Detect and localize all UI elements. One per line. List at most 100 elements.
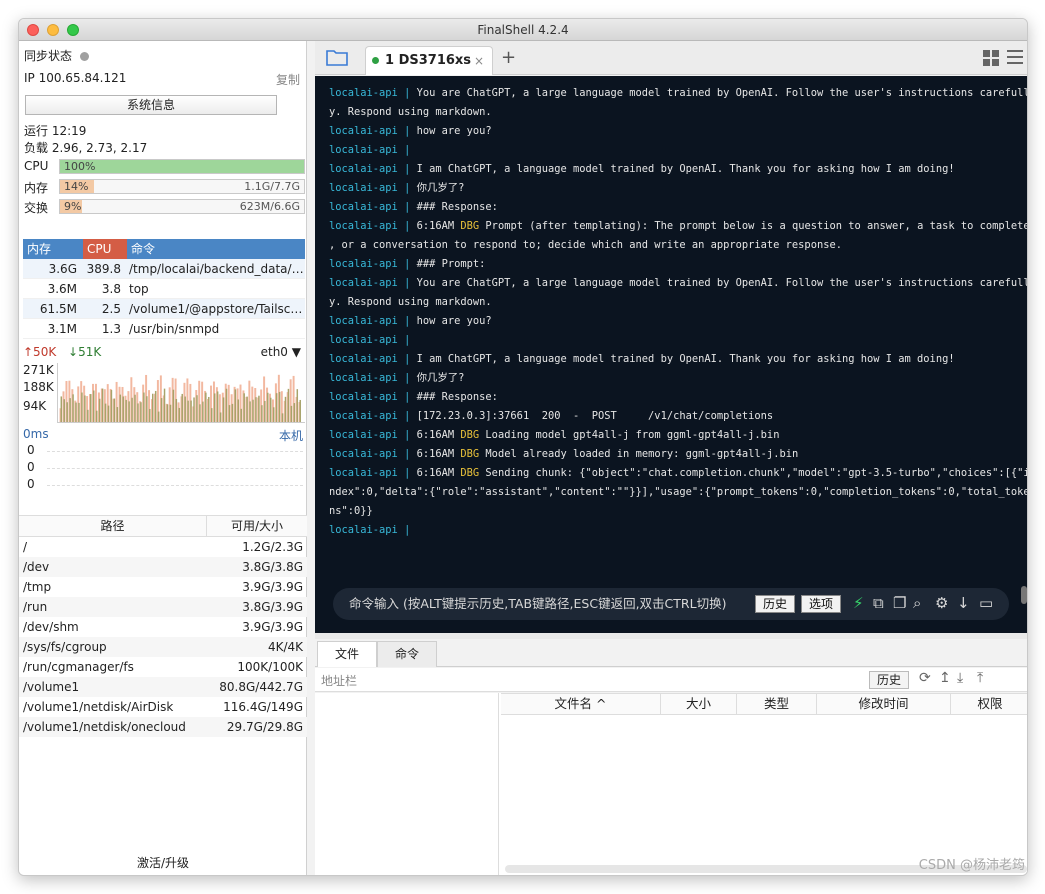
table-row[interactable]: 61.5M 2.5 /volume1/@appstore/Tailscale/b… [23,299,305,319]
table-row[interactable]: /tmp 3.9G/3.9G [19,577,307,597]
sort-by-permission[interactable]: 权限 [951,694,1027,714]
address-bar[interactable]: 地址栏 历史 ⟳ ↥ ⤓ ⤒ [315,668,1027,692]
download-bar [84,395,86,422]
file-table-header: 文件名 ^ 大小 类型 修改时间 权限 [501,693,1027,715]
sort-by-memory[interactable]: 内存 [23,239,83,259]
download-bar [216,391,219,422]
close-icon[interactable]: × [474,47,484,75]
maximize-window-button[interactable] [67,24,79,36]
download-bar [163,388,166,422]
sort-by-modified[interactable]: 修改时间 [817,694,951,714]
table-row[interactable]: / 1.2G/2.3G [19,537,307,557]
table-row[interactable]: /dev 3.8G/3.8G [19,557,307,577]
refresh-icon[interactable]: ⟳ [919,670,931,686]
terminal-line: localai-api | 你几岁了? [329,182,465,194]
process-rows: 3.6G 389.8 /tmp/localai/backend_data/bac… [23,259,305,339]
download-bar [154,390,157,422]
disk-size: 116.4G/149G [223,700,303,714]
download-bar [181,393,183,422]
address-input[interactable]: 地址栏 [321,672,357,689]
disk-path: /volume1/netdisk/AirDisk [23,700,174,714]
sort-by-type[interactable]: 类型 [737,694,817,714]
options-button[interactable]: 选项 [801,595,841,613]
table-row[interactable]: 3.6M 3.8 top [23,279,305,299]
system-info-button[interactable]: 系统信息 [25,95,277,115]
folder-icon[interactable] [325,47,349,67]
process-cpu: 3.8 [101,282,121,296]
terminal-line: localai-api | [329,524,417,536]
terminal-line: ns":0}} [329,505,373,517]
sort-by-path[interactable]: 路径 [19,516,207,536]
add-tab-button[interactable]: + [501,47,516,68]
paste-icon[interactable]: ❐ [893,594,906,612]
tab-commands[interactable]: 命令 [377,641,437,667]
terminal-line: localai-api | I am ChatGPT, a language m… [329,163,955,175]
close-window-button[interactable] [27,24,39,36]
sort-by-size[interactable]: 大小 [661,694,737,714]
up-directory-icon[interactable]: ↥ [939,670,951,686]
copy-icon[interactable]: ⧉ [873,594,884,612]
menu-icon[interactable] [1007,50,1023,64]
latency-monitor: 0ms 本机 0 0 0 [23,427,305,499]
memory-value: 1.1G/7.7G [244,180,300,193]
tab-session[interactable]: 1 DS3716xs × [365,46,493,75]
download-bar [255,397,257,422]
cpu-meter: 100% [59,159,305,174]
swap-percent: 9% [64,200,82,213]
download-bar [78,402,80,422]
table-row[interactable]: /run/cgmanager/fs 100K/100K [19,657,307,677]
disk-path: /sys/fs/cgroup [23,640,107,654]
grid-layout-icon[interactable] [983,50,999,66]
process-table-header: 内存 CPU 命令 [23,239,305,259]
download-icon[interactable]: ⤓ [957,670,963,686]
upload-icon[interactable]: ⤒ [977,670,983,686]
tab-files[interactable]: 文件 [317,641,377,667]
disk-path: / [23,540,28,554]
directory-tree[interactable] [315,693,499,875]
download-bar [264,400,266,422]
table-row[interactable]: /run 3.8G/3.9G [19,597,307,617]
table-row[interactable]: /volume1/netdisk/onecloud 29.7G/29.8G [19,717,307,737]
interface-select[interactable]: eth0 ▼ [261,345,301,359]
process-memory: 3.6G [48,262,77,276]
latency-host[interactable]: 本机 [279,427,303,444]
sort-by-size[interactable]: 可用/大小 [207,516,307,536]
command-input[interactable]: 命令输入 (按ALT键提示历史,TAB键路径,ESC键返回,双击CTRL切换) [349,588,726,620]
sort-by-filename[interactable]: 文件名 ^ [501,694,661,714]
gear-icon[interactable]: ⚙ [935,594,948,612]
table-row[interactable]: /sys/fs/cgroup 4K/4K [19,637,307,657]
table-row[interactable]: /dev/shm 3.9G/3.9G [19,617,307,637]
terminal[interactable]: localai-api | You are ChatGPT, a large l… [315,76,1027,633]
table-row[interactable]: 3.1M 1.3 /usr/bin/snmpd [23,319,305,339]
sync-status-label: 同步状态 [24,49,73,63]
disk-size: 3.8G/3.8G [242,560,303,574]
window-icon[interactable]: ▭ [979,594,993,612]
table-row[interactable]: /volume1/netdisk/AirDisk 116.4G/149G [19,697,307,717]
command-input-bar[interactable]: 命令输入 (按ALT键提示历史,TAB键路径,ESC键返回,双击CTRL切换) … [333,588,1009,620]
download-bar [93,390,95,422]
download-bar [246,396,248,422]
sort-by-cpu[interactable]: CPU [83,239,127,259]
terminal-line: localai-api | [172.23.0.3]:37661 200 - P… [329,410,774,422]
activate-upgrade-link[interactable]: 激活/升级 [19,854,307,871]
net-y-label: 94K [23,399,47,413]
terminal-scrollbar[interactable] [1021,586,1027,604]
download-bar [193,397,195,422]
download-bar [287,388,290,422]
history-button[interactable]: 历史 [755,595,795,613]
lightning-icon[interactable]: ⚡ [853,594,864,612]
terminal-line: localai-api | ### Response: [329,201,498,213]
download-bar [63,399,65,422]
copy-ip-button[interactable]: 复制 [276,71,300,88]
sort-by-command[interactable]: 命令 [127,239,305,259]
grid-line [47,485,303,486]
table-row[interactable]: 3.6G 389.8 /tmp/localai/backend_data/bac… [23,259,305,279]
table-row[interactable]: /volume1 80.8G/442.7G [19,677,307,697]
search-icon[interactable]: ⌕ [913,594,921,612]
terminal-line: y. Respond using markdown. [329,296,492,308]
download-bar [149,408,151,422]
address-history-button[interactable]: 历史 [869,671,909,689]
minimize-window-button[interactable] [47,24,59,36]
download-icon[interactable]: ↓ [957,594,970,612]
process-table: 内存 CPU 命令 3.6G 389.8 /tmp/localai/backen… [23,239,305,339]
